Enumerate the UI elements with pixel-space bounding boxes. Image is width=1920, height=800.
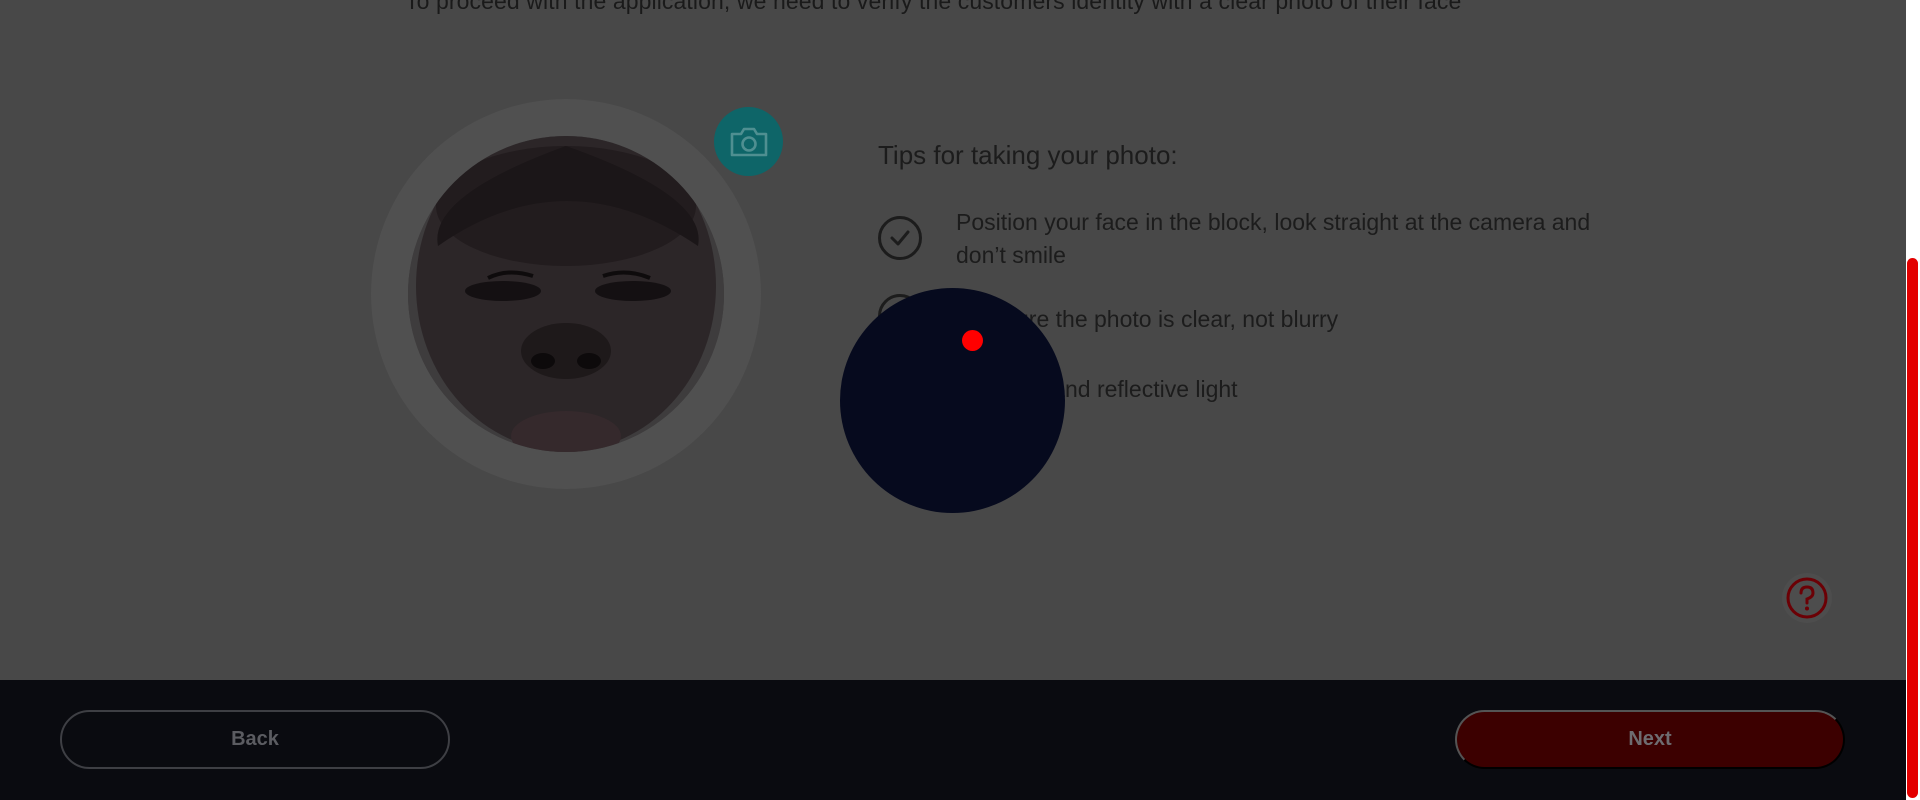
cursor-dot [962, 330, 983, 351]
tip-text-3: n and reflective light [1033, 376, 1238, 402]
checkmark-icon [878, 216, 922, 260]
camera-icon [730, 127, 767, 156]
help-button[interactable] [1782, 573, 1832, 623]
tip-text-1: Position your face in the block, look st… [956, 209, 1591, 268]
intro-text: To proceed with the application, we need… [405, 0, 1462, 14]
tips-title: Tips for taking your photo: [878, 140, 1178, 170]
camera-button[interactable] [714, 107, 783, 176]
cursor-highlight [840, 288, 1065, 513]
question-icon [1786, 577, 1828, 619]
back-button[interactable]: Back [60, 710, 450, 769]
face-photo [408, 136, 724, 452]
scrollbar-thumb[interactable] [1907, 258, 1918, 798]
tip-text-2: ure the photo is clear, not blurry [1016, 306, 1339, 332]
next-button[interactable]: Next [1455, 710, 1845, 769]
verify-identity-page: To proceed with the application, we need… [0, 0, 1920, 800]
